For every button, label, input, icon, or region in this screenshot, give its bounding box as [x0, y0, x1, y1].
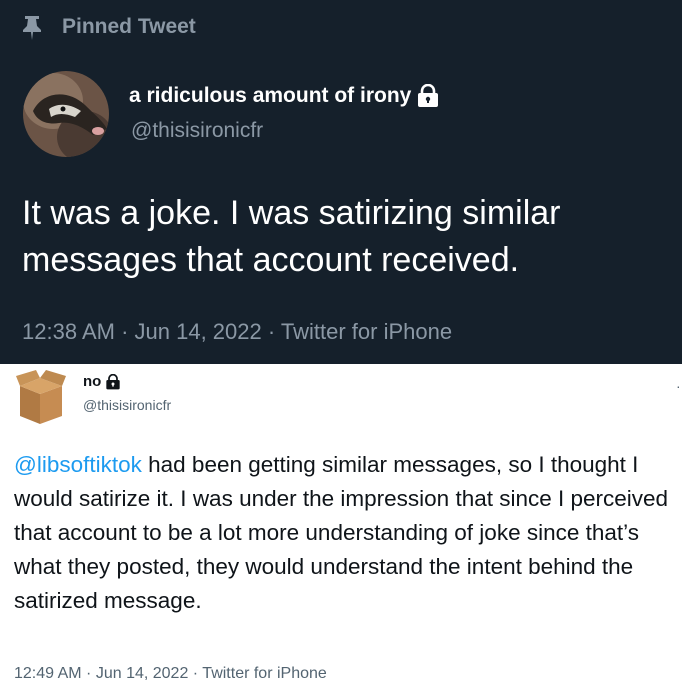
tweet-date[interactable]: Jun 14, 2022 — [96, 665, 189, 682]
dog-avatar[interactable] — [23, 71, 109, 157]
lock-icon — [418, 84, 439, 107]
display-name-text[interactable]: no — [83, 373, 101, 390]
tweet-time[interactable]: 12:49 AM — [14, 665, 82, 682]
reply-tweet-card: no @thisisironicfr · @libsoftiktok had b… — [0, 364, 682, 695]
more-options-button[interactable]: · — [676, 378, 681, 394]
meta-separator: · — [114, 319, 135, 344]
pinned-tweet-card: Pinned Tweet a ridiculous amount of iron… — [0, 0, 682, 364]
lock-icon — [106, 373, 120, 389]
mention-link[interactable]: @libsoftiktok — [14, 452, 142, 477]
tweet-text: It was a joke. I was satirizing similar … — [22, 194, 561, 279]
tweet-meta: 12:38 AM · Jun 14, 2022 · Twitter for iP… — [22, 319, 452, 345]
tweet-source[interactable]: Twitter for iPhone — [202, 665, 327, 682]
username[interactable]: @thisisironicfr — [131, 119, 263, 143]
meta-separator: · — [188, 665, 203, 682]
pinned-label: Pinned Tweet — [62, 15, 196, 38]
username[interactable]: @thisisironicfr — [83, 397, 171, 413]
display-name[interactable]: no — [83, 373, 121, 390]
display-name-text[interactable]: a ridiculous amount of irony — [129, 84, 411, 108]
meta-separator: · — [261, 319, 281, 344]
tweet-time[interactable]: 12:38 AM — [22, 319, 115, 344]
pin-icon — [23, 16, 41, 40]
tweet-meta: 12:49 AM · Jun 14, 2022 · Twitter for iP… — [14, 665, 327, 683]
cardboard-box-avatar[interactable] — [16, 370, 66, 426]
tweet-date[interactable]: Jun 14, 2022 — [135, 319, 262, 344]
tweet-text: @libsoftiktok had been getting similar m… — [14, 448, 678, 618]
display-name[interactable]: a ridiculous amount of irony — [129, 84, 440, 108]
pinned-indicator: Pinned Tweet — [22, 14, 196, 40]
meta-separator: · — [81, 665, 96, 682]
tweet-source[interactable]: Twitter for iPhone — [281, 319, 452, 344]
